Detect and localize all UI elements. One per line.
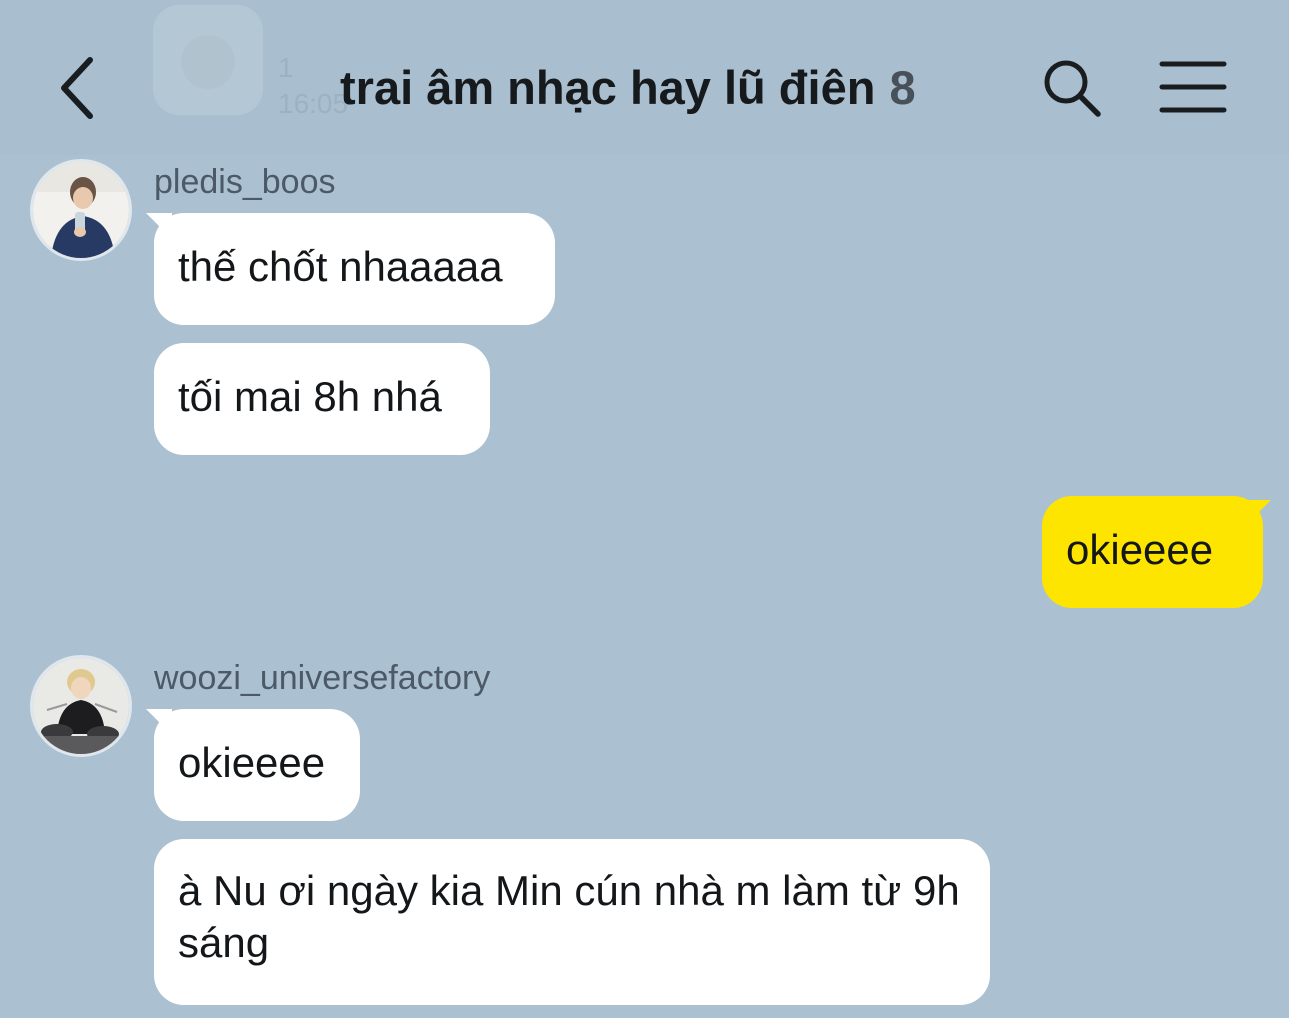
ghost-emoji-thumbnail [153,5,263,115]
message-bubble[interactable]: tối mai 8h nhá [154,343,490,455]
ghost-timestamp: 16:05 [278,88,349,119]
chat-title[interactable]: trai âm nhạc hay lũ điên 8 [340,58,916,118]
message-bubble[interactable]: okieeee [146,709,360,821]
avatar-pledis-boos[interactable] [30,159,132,261]
chat-screen: 1 16:05 trai âm nhạc hay lũ điên 8 pledi… [0,0,1289,1018]
back-button[interactable] [52,52,112,124]
message-text: okieeee [1066,526,1214,573]
chevron-left-icon [61,57,93,119]
message-bubble[interactable]: à Nu ơi ngày kia Min cún nhà m làm từ 9h… [154,839,990,1005]
sender-name: pledis_boos [154,163,336,201]
chat-header: 1 16:05 trai âm nhạc hay lũ điên 8 [0,0,1289,155]
message-text: thế chốt nhaaaaa [178,243,503,290]
message-text: okieeee [178,739,326,786]
menu-button[interactable] [1158,58,1228,116]
my-message-bubble[interactable]: okieeee [1042,496,1271,608]
message-bubble[interactable]: thế chốt nhaaaaa [146,213,555,325]
chat-title-text: trai âm nhạc hay lũ điên [340,61,876,114]
search-icon [1044,60,1101,117]
message-text: tối mai 8h nhá [178,373,442,420]
message-text: à Nu ơi ngày kia Min cún nhà m làm từ 9h… [178,867,960,966]
search-button[interactable] [1040,56,1104,120]
sender-name: woozi_universefactory [154,659,491,697]
smile-emoji-icon [181,35,235,89]
member-count: 8 [889,61,916,114]
profile-photo-icon [33,162,129,258]
avatar-woozi-universefactory[interactable] [30,655,132,757]
ghost-message-meta: 1 16:05 [278,50,348,122]
hamburger-menu-icon [1159,61,1227,113]
profile-photo-icon [33,658,129,754]
ghost-unread-count: 1 [278,52,294,83]
